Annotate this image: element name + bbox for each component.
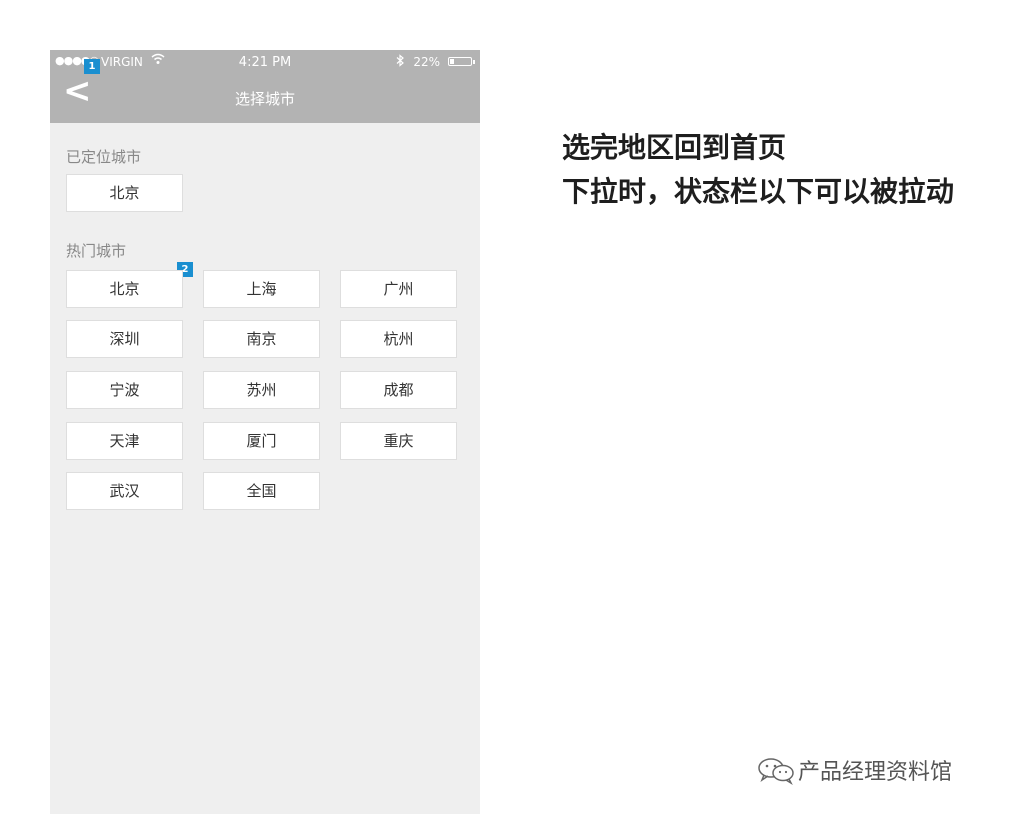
phone-screen: ●●●●○ VIRGIN 4:21 PM 22% < 选择城市 1 已定位城市 … bbox=[50, 50, 480, 814]
note-line: 下拉时，状态栏以下可以被拉动 bbox=[562, 175, 955, 208]
note-line: 选完地区回到首页 bbox=[562, 131, 787, 164]
hot-city-button[interactable]: 天津 bbox=[66, 422, 183, 460]
annotation-marker: 1 bbox=[84, 59, 100, 74]
hot-city-button[interactable]: 厦门 bbox=[203, 422, 320, 460]
hot-city-button[interactable]: 武汉 bbox=[66, 472, 183, 510]
annotation-note: 选完地区回到首页 下拉时，状态栏以下可以被拉动 bbox=[562, 126, 954, 214]
located-city-button[interactable]: 北京 bbox=[66, 174, 183, 212]
hot-city-button[interactable]: 杭州 bbox=[340, 320, 457, 358]
watermark-text: 产品经理资料馆 bbox=[798, 760, 953, 785]
battery-level bbox=[450, 59, 454, 64]
nav-header: ●●●●○ VIRGIN 4:21 PM 22% < 选择城市 bbox=[50, 50, 480, 123]
watermark: 产品经理资料馆 bbox=[756, 754, 952, 786]
hot-city-button[interactable]: 深圳 bbox=[66, 320, 183, 358]
located-city-label: 已定位城市 bbox=[66, 148, 142, 166]
page-title: 选择城市 bbox=[234, 90, 295, 108]
hot-city-button[interactable]: 上海 bbox=[203, 270, 320, 308]
battery-percent: 22% bbox=[413, 55, 440, 69]
hot-city-button[interactable]: 重庆 bbox=[340, 422, 457, 460]
status-bar: ●●●●○ VIRGIN 4:21 PM 22% bbox=[50, 53, 480, 70]
hot-city-button[interactable]: 成都 bbox=[340, 371, 457, 409]
hot-city-button[interactable]: 宁波 bbox=[66, 371, 183, 409]
hot-city-button[interactable]: 苏州 bbox=[203, 371, 320, 409]
hot-city-button[interactable]: 南京 bbox=[203, 320, 320, 358]
hot-cities-label: 热门城市 bbox=[66, 242, 127, 260]
hot-city-button[interactable]: 广州 bbox=[340, 270, 457, 308]
battery-icon bbox=[448, 57, 475, 66]
hot-city-button[interactable]: 北京 bbox=[66, 270, 183, 308]
wechat-icon bbox=[756, 755, 796, 785]
hot-city-button[interactable]: 全国 bbox=[203, 472, 320, 510]
bluetooth-icon bbox=[396, 54, 405, 70]
